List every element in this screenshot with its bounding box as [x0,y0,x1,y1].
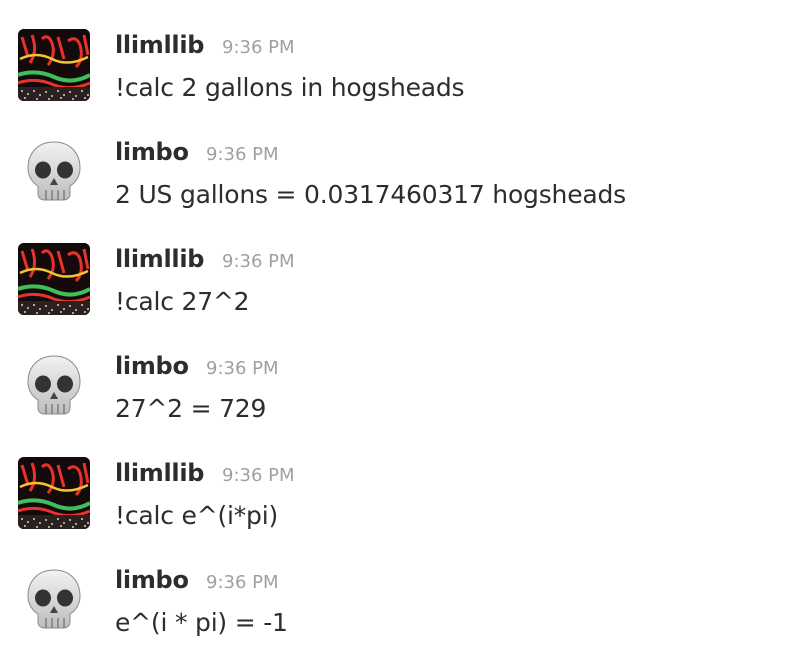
skull-icon [27,141,81,201]
message-item: limbo 9:36 PM e^(i * pi) = -1 [0,535,810,637]
neon-sign-avatar [18,243,90,315]
avatar[interactable] [18,350,90,422]
message-item: limbo 9:36 PM 2 US gallons = 0.031746031… [0,107,810,209]
neon-sign-avatar [18,457,90,529]
avatar[interactable] [18,564,90,636]
skull-icon [27,355,81,415]
avatar[interactable] [18,243,90,315]
timestamp[interactable]: 9:36 PM [222,251,295,272]
timestamp[interactable]: 9:36 PM [222,465,295,486]
username[interactable]: limbo [115,138,189,166]
timestamp[interactable]: 9:36 PM [206,358,279,379]
message-item: limbo 9:36 PM 27^2 = 729 [0,321,810,423]
message-item: llimllib 9:36 PM !calc 2 gallons in hogs… [0,0,810,102]
message-list: llimllib 9:36 PM !calc 2 gallons in hogs… [0,0,810,656]
username[interactable]: limbo [115,566,189,594]
username[interactable]: llimllib [115,31,204,59]
skull-icon [27,569,81,629]
message-item: llimllib 9:36 PM !calc 27^2 [0,214,810,316]
message-text: 27^2 = 729 [115,394,267,423]
username[interactable]: limbo [115,352,189,380]
avatar[interactable] [18,457,90,529]
avatar[interactable] [18,29,90,101]
message-text: !calc 27^2 [115,287,250,316]
message-text: !calc e^(i*pi) [115,501,279,530]
timestamp[interactable]: 9:36 PM [206,572,279,593]
timestamp[interactable]: 9:36 PM [206,144,279,165]
username[interactable]: llimllib [115,459,204,487]
message-text: !calc 2 gallons in hogsheads [115,73,465,102]
neon-sign-avatar [18,29,90,101]
username[interactable]: llimllib [115,245,204,273]
avatar[interactable] [18,136,90,208]
message-text: 2 US gallons = 0.0317460317 hogsheads [115,180,626,209]
timestamp[interactable]: 9:36 PM [222,37,295,58]
message-item: llimllib 9:36 PM !calc e^(i*pi) [0,428,810,530]
message-text: e^(i * pi) = -1 [115,608,288,637]
